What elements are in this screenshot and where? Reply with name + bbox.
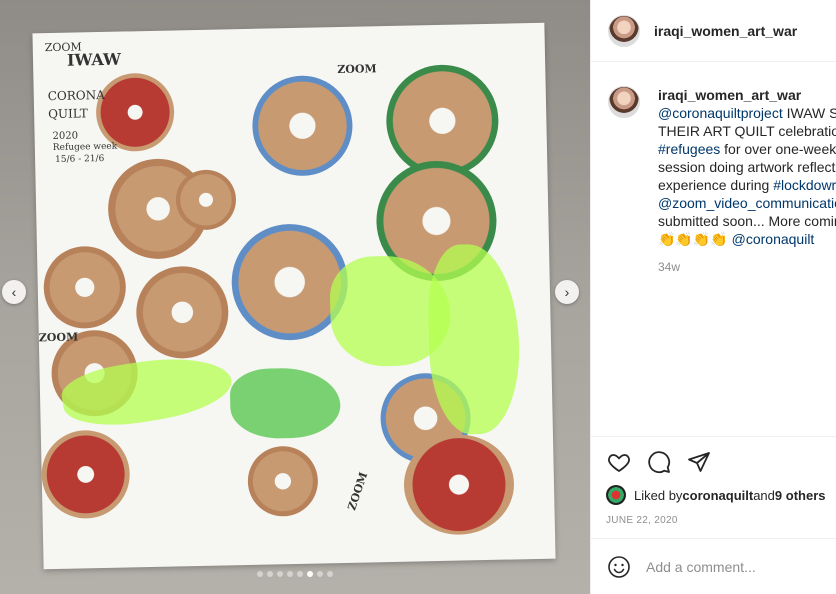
pencil-shaving [247, 445, 319, 517]
post-author-username[interactable]: iraqi_women_art_war [654, 23, 797, 39]
caption-line: @coronaquiltproject IWAW S [658, 104, 836, 122]
avatar[interactable] [606, 485, 626, 505]
caption-timestamp[interactable]: 34w [658, 260, 836, 274]
likes-summary: Liked by coronaquilt and 9 others [606, 485, 825, 505]
doodle-text: IWAW [66, 49, 122, 70]
caption-fragment: submitted soon... More comin [658, 213, 836, 229]
next-image-button[interactable]: › [555, 280, 579, 304]
likes-conjunction: and [753, 487, 775, 503]
mention-link[interactable]: @zoom_video_communicatio [658, 195, 836, 211]
carousel-dot [327, 571, 333, 577]
doodle-text: ZOOM [337, 62, 377, 77]
smiley-icon[interactable] [606, 554, 632, 580]
post-caption: iraqi_women_art_war @coronaquiltproject … [608, 86, 836, 274]
carousel-dot [297, 571, 303, 577]
carousel-dot [257, 571, 263, 577]
avatar[interactable] [608, 86, 640, 118]
avatar[interactable] [608, 14, 640, 47]
doodle-text: CORONA [47, 87, 105, 104]
carousel-indicator [0, 571, 590, 577]
carousel-dot [287, 571, 293, 577]
carousel-dot-active [307, 571, 313, 577]
comment-input[interactable] [646, 558, 826, 575]
chevron-right-icon: › [564, 284, 570, 300]
caption-fragment: experience during [658, 177, 774, 193]
pencil-shaving [40, 429, 131, 520]
chevron-left-icon: ‹ [11, 284, 17, 300]
pencil-shaving [42, 245, 127, 330]
neon-calligraphy [426, 243, 521, 436]
comment-icon[interactable] [646, 449, 672, 475]
liked-by-user[interactable]: coronaquilt [682, 488, 753, 503]
pencil-shaving [251, 74, 354, 177]
hashtag-link[interactable]: #lockdowr [773, 177, 836, 193]
caption-line: experience during #lockdowr [658, 176, 836, 194]
caption-line: @zoom_video_communicatio [658, 194, 836, 212]
caption-fragment: for over one-week [720, 141, 836, 157]
caption-username[interactable]: iraqi_women_art_war [658, 87, 801, 103]
caption-line: session doing artwork reflecti [658, 158, 836, 176]
heart-icon[interactable] [606, 449, 632, 475]
caption-fragment: IWAW S [782, 105, 836, 121]
caption-fragment: THEIR ART QUILT celebration [658, 123, 836, 139]
doodle-text: 15/6 - 21/6 [54, 153, 105, 165]
caption-emoji: 👏👏👏👏 [658, 231, 732, 247]
caption-line: submitted soon... More comin [658, 212, 836, 230]
caption-fragment: session doing artwork reflecti [658, 159, 836, 175]
caption-line: #refugees for over one-week [658, 140, 836, 158]
doodle-text: Refugee week [52, 141, 118, 154]
post-header: iraqi_women_art_war [591, 0, 836, 62]
caption-text: iraqi_women_art_war @coronaquiltproject … [658, 86, 836, 248]
carousel-dot [317, 571, 323, 577]
share-icon[interactable] [686, 449, 712, 475]
doodle-text: 2020 [52, 130, 79, 143]
pencil-shaving [135, 265, 230, 360]
mention-link[interactable]: @coronaquiltproject [658, 105, 783, 121]
neon-calligraphy [229, 367, 341, 440]
likes-others-link[interactable]: 9 others [775, 488, 826, 503]
carousel-dot [267, 571, 273, 577]
hashtag-link[interactable]: #refugees [658, 141, 720, 157]
post-image[interactable]: ZOOM IWAW CORONA QUILT 2020 Refugee week… [0, 0, 590, 594]
pencil-shaving [175, 169, 237, 231]
caption-line: 👏👏👏👏 @coronaquilt [658, 230, 836, 248]
post-actions: Liked by coronaquilt and 9 others JUNE 2… [590, 436, 836, 530]
doodle-text: QUILT [47, 106, 88, 122]
likes-prefix: Liked by [634, 487, 683, 503]
caption-line: iraqi_women_art_war [658, 86, 836, 104]
doodle-text: ZOOM [38, 330, 79, 345]
mention-link[interactable]: @coronaquilt [732, 231, 815, 247]
previous-image-button[interactable]: ‹ [2, 280, 26, 304]
comment-form [590, 538, 836, 594]
doodle-text: ZOOM [345, 470, 371, 512]
carousel-dot [277, 571, 283, 577]
post-date[interactable]: JUNE 22, 2020 [606, 515, 678, 526]
pencil-shaving [402, 433, 516, 536]
caption-line: THEIR ART QUILT celebration [658, 122, 836, 140]
pencil-shaving [95, 72, 175, 153]
art-quilt-paper: ZOOM IWAW CORONA QUILT 2020 Refugee week… [32, 22, 556, 570]
